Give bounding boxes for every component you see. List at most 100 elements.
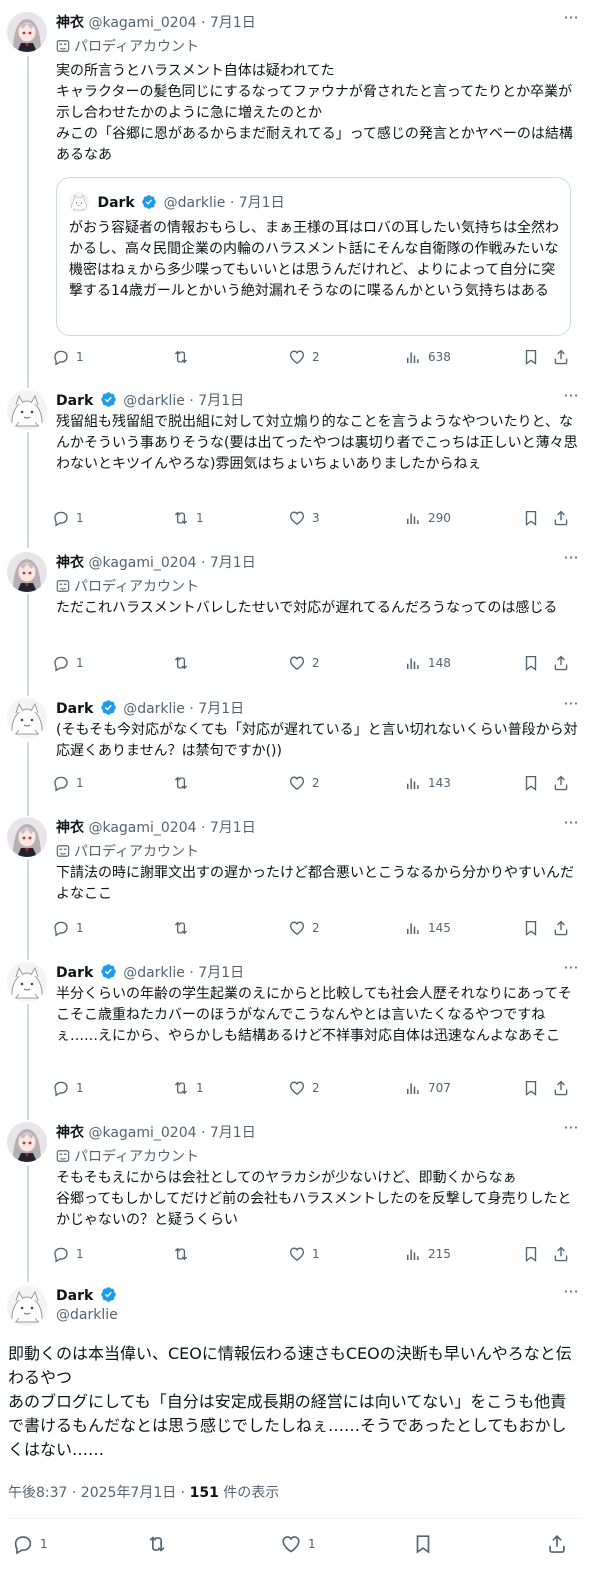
avatar[interactable] <box>7 1122 47 1162</box>
share-button[interactable] <box>552 1243 570 1265</box>
views-button[interactable]: 290 <box>404 507 451 529</box>
tweet[interactable]: Dark @darklie · 7月1日 ··· 残留組も残留組で脱出組に対して… <box>0 378 590 540</box>
share-button[interactable] <box>552 507 570 529</box>
display-name[interactable]: Dark <box>56 393 93 409</box>
tweet[interactable]: 神衣 @kagami_0204 · 7月1日 ··· パロディアカウント ただこ… <box>0 540 590 688</box>
avatar[interactable] <box>7 12 47 52</box>
share-button[interactable] <box>546 1531 568 1557</box>
like-button[interactable]: 1 <box>288 1243 320 1265</box>
tweet[interactable]: 神衣 @kagami_0204 · 7月1日 ··· パロディアカウント そもそ… <box>0 1110 590 1276</box>
bookmark-button[interactable] <box>412 1531 434 1557</box>
like-button[interactable]: 2 <box>288 772 320 794</box>
display-name[interactable]: 神衣 <box>56 1125 84 1141</box>
retweet-button[interactable] <box>146 1531 174 1557</box>
quote-display-name: Dark <box>97 195 135 211</box>
like-button[interactable]: 1 <box>280 1531 316 1557</box>
reply-button[interactable]: 1 <box>52 507 84 529</box>
retweet-button[interactable]: 1 <box>172 507 204 529</box>
more-options-icon[interactable]: ··· <box>560 696 582 714</box>
views-button[interactable]: 143 <box>404 772 451 794</box>
retweet-button[interactable] <box>172 917 196 939</box>
reply-button[interactable]: 1 <box>52 1077 84 1099</box>
tweet-date[interactable]: 7月1日 <box>210 555 256 571</box>
user-handle[interactable]: @kagami_0204 <box>88 1125 196 1141</box>
user-handle[interactable]: @darklie <box>123 965 185 981</box>
retweet-button[interactable] <box>172 346 196 368</box>
more-options-icon[interactable]: ··· <box>560 960 582 978</box>
like-button[interactable]: 2 <box>288 346 320 368</box>
user-handle[interactable]: @kagami_0204 <box>88 15 196 31</box>
like-button[interactable]: 2 <box>288 1077 320 1099</box>
tweet-date[interactable]: 7月1日 <box>210 15 256 31</box>
user-handle[interactable]: @darklie <box>123 393 185 409</box>
like-button[interactable]: 2 <box>288 652 320 674</box>
tweet[interactable]: 神衣 @kagami_0204 · 7月1日 ··· パロディアカウント 実の所… <box>0 0 590 388</box>
tweet[interactable]: 神衣 @kagami_0204 · 7月1日 ··· パロディアカウント 下請法… <box>0 805 590 953</box>
more-options-icon[interactable]: ··· <box>560 550 582 568</box>
display-name[interactable]: Dark <box>56 701 93 717</box>
views-button[interactable]: 638 <box>404 346 451 368</box>
share-button[interactable] <box>552 346 570 368</box>
bookmark-button[interactable] <box>522 652 540 674</box>
tweet-date[interactable]: 7月1日 <box>210 820 256 836</box>
reply-button[interactable]: 1 <box>52 652 84 674</box>
more-options-icon[interactable]: ··· <box>560 10 582 28</box>
main-display-name[interactable]: Dark <box>56 1288 93 1304</box>
bookmark-button[interactable] <box>522 772 540 794</box>
more-options-icon[interactable]: ··· <box>560 388 582 406</box>
reply-button[interactable]: 1 <box>52 917 84 939</box>
bookmark-button[interactable] <box>522 507 540 529</box>
avatar[interactable] <box>7 552 47 592</box>
main-timestamp[interactable]: 午後8:37 · 2025年7月1日 · <box>8 1485 190 1501</box>
display-name[interactable]: 神衣 <box>56 555 84 571</box>
user-handle[interactable]: @kagami_0204 <box>88 555 196 571</box>
views-button[interactable]: 148 <box>404 652 451 674</box>
reply-icon <box>12 1533 34 1555</box>
more-options-icon[interactable]: ··· <box>560 1284 582 1302</box>
avatar[interactable] <box>7 817 47 857</box>
display-name[interactable]: 神衣 <box>56 820 84 836</box>
display-name[interactable]: Dark <box>56 965 93 981</box>
retweet-button[interactable] <box>172 772 196 794</box>
avatar[interactable] <box>7 390 47 430</box>
bookmark-button[interactable] <box>522 346 540 368</box>
display-name[interactable]: 神衣 <box>56 15 84 31</box>
views-button[interactable]: 145 <box>404 917 451 939</box>
main-views-suffix: 件の表示 <box>218 1485 280 1501</box>
bookmark-button[interactable] <box>522 1243 540 1265</box>
avatar[interactable] <box>7 962 47 1002</box>
retweet-button[interactable] <box>172 1243 196 1265</box>
reply-button[interactable]: 1 <box>52 1243 84 1265</box>
views-button[interactable]: 215 <box>404 1243 451 1265</box>
reply-button[interactable]: 1 <box>52 346 84 368</box>
reply-button[interactable]: 1 <box>52 772 84 794</box>
tweet[interactable]: Dark @darklie · 7月1日 ··· (そもそも今対応がなくても「対… <box>0 686 590 806</box>
reply-button[interactable]: 1 <box>12 1531 48 1557</box>
retweet-button[interactable]: 1 <box>172 1077 204 1099</box>
quote-text: がおう容疑者の情報おもらし、まぁ王様の耳はロバの耳したい気持ちは全然わかるし、高… <box>69 220 559 299</box>
user-handle[interactable]: @darklie <box>123 701 185 717</box>
share-button[interactable] <box>552 772 570 794</box>
tweet-date[interactable]: 7月1日 <box>198 393 244 409</box>
bookmark-button[interactable] <box>522 917 540 939</box>
main-user-handle[interactable]: @darklie <box>56 1307 118 1323</box>
quote-tweet[interactable]: Dark @darklie · 7月1日 がおう容疑者の情報おもらし、まぁ王様の… <box>56 177 571 336</box>
like-button[interactable]: 3 <box>288 507 320 529</box>
more-options-icon[interactable]: ··· <box>560 815 582 833</box>
tweet-date[interactable]: 7月1日 <box>210 1125 256 1141</box>
more-options-icon[interactable]: ··· <box>560 1120 582 1138</box>
views-button[interactable]: 707 <box>404 1077 451 1099</box>
avatar[interactable] <box>7 698 47 738</box>
main-avatar[interactable] <box>7 1286 47 1326</box>
tweet[interactable]: Dark @darklie · 7月1日 ··· 半分くらいの年齢の学生起業のえ… <box>0 950 590 1112</box>
views-count: 145 <box>428 921 451 935</box>
share-button[interactable] <box>552 652 570 674</box>
share-button[interactable] <box>552 1077 570 1099</box>
tweet-date[interactable]: 7月1日 <box>198 965 244 981</box>
bookmark-button[interactable] <box>522 1077 540 1099</box>
retweet-button[interactable] <box>172 652 196 674</box>
share-button[interactable] <box>552 917 570 939</box>
tweet-date[interactable]: 7月1日 <box>198 701 244 717</box>
like-button[interactable]: 2 <box>288 917 320 939</box>
user-handle[interactable]: @kagami_0204 <box>88 820 196 836</box>
